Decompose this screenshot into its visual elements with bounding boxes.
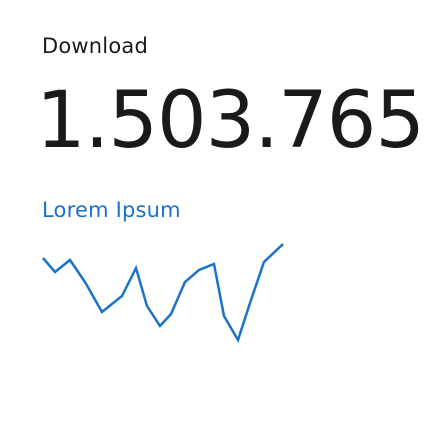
stat-card: Download 1.503.765 Lorem Ipsum (0, 0, 443, 443)
stat-value: 1.503.765 (36, 76, 425, 166)
card-subtitle: Lorem Ipsum (42, 198, 181, 222)
card-title: Download (42, 34, 148, 58)
sparkline-line (42, 243, 284, 344)
